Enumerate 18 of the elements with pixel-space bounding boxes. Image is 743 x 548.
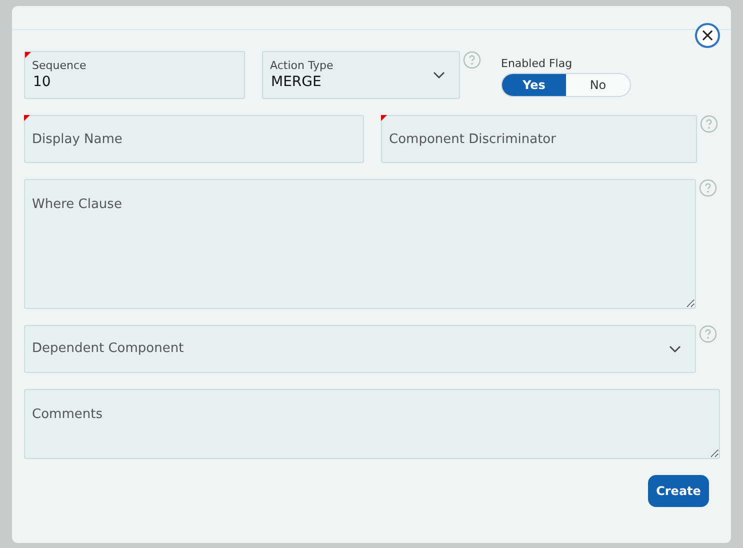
help-icon[interactable] bbox=[700, 115, 718, 133]
close-button[interactable]: × bbox=[695, 23, 720, 48]
select-field[interactable]: Action Type MERGE bbox=[262, 51, 460, 99]
input-field[interactable]: Sequence 10 bbox=[24, 51, 245, 99]
help-icon[interactable] bbox=[463, 51, 481, 69]
enabled-flag-label: Enabled Flag bbox=[501, 57, 574, 71]
text-area[interactable]: Where Clause bbox=[24, 179, 696, 309]
toggle-option[interactable]: No bbox=[566, 74, 630, 96]
chevron-down-icon bbox=[433, 71, 445, 79]
help-icon[interactable] bbox=[699, 179, 717, 197]
input-field[interactable]: Component Discriminator bbox=[381, 115, 697, 163]
toggle-option[interactable]: Yes bbox=[502, 74, 566, 96]
chevron-down-icon bbox=[669, 345, 681, 353]
help-icon[interactable] bbox=[699, 325, 717, 343]
text-area[interactable]: Comments bbox=[24, 389, 720, 459]
create-button[interactable]: Create bbox=[648, 475, 709, 507]
select-field[interactable]: Dependent Component bbox=[24, 325, 696, 373]
input-field[interactable]: Display Name bbox=[24, 115, 364, 163]
